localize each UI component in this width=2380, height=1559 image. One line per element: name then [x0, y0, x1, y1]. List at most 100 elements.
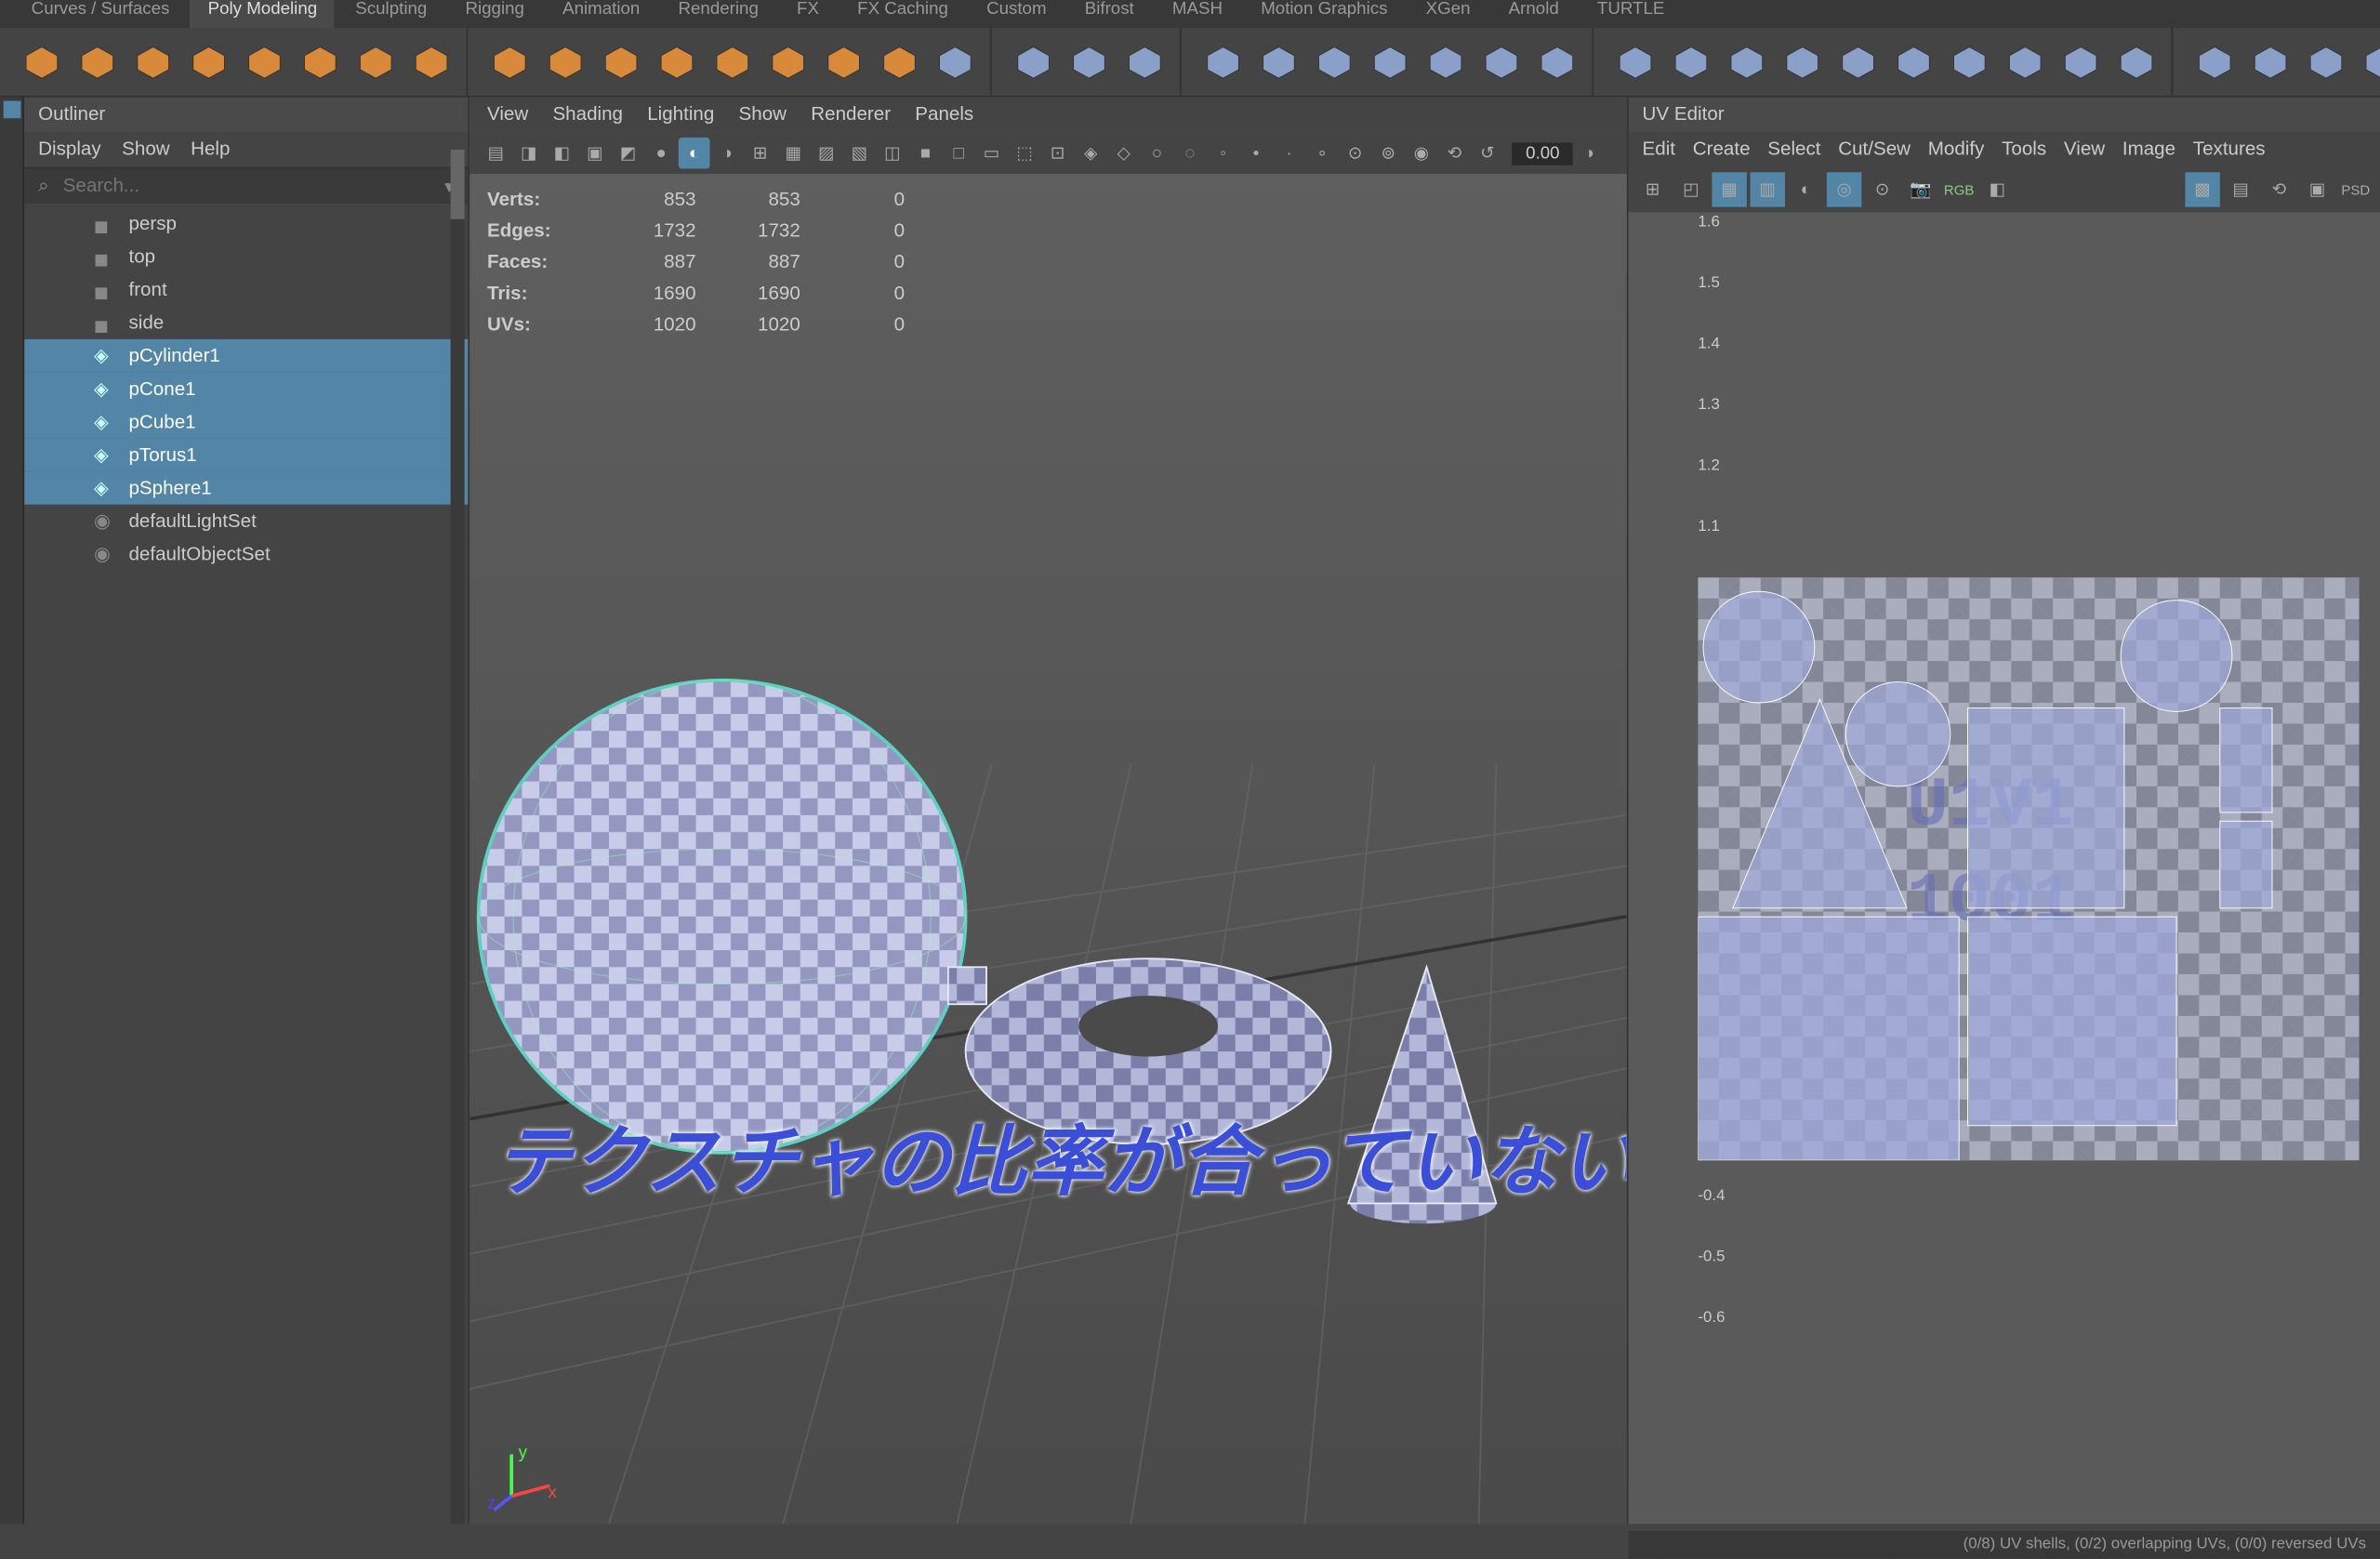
- viewport-menu-show[interactable]: Show: [739, 104, 787, 125]
- bridge-icon[interactable]: [1667, 37, 1715, 86]
- poly-superellipse-icon[interactable]: [819, 37, 867, 86]
- poly-plane-icon[interactable]: [296, 37, 344, 86]
- workspace-tab-animation[interactable]: Animation: [545, 0, 657, 28]
- vp-toolbar-icon-2[interactable]: ◧: [547, 138, 578, 169]
- vp-toolbar-icon-12[interactable]: ◫: [877, 138, 908, 169]
- outliner-menu-display[interactable]: Display: [38, 139, 101, 160]
- bevel-icon[interactable]: [1723, 37, 1771, 86]
- uv-bake-icon[interactable]: ▣: [2300, 172, 2334, 206]
- uv-menu-view[interactable]: View: [2064, 139, 2105, 160]
- separate-icon[interactable]: [1254, 37, 1302, 86]
- vp-toolbar-icon-18[interactable]: ◈: [1075, 138, 1106, 169]
- workspace-tab-mash[interactable]: MASH: [1155, 0, 1240, 28]
- uv-snap-icon[interactable]: ⊞: [1635, 172, 1670, 206]
- uv-snapshot-icon[interactable]: 📷: [1903, 172, 1937, 206]
- outliner-item-pcone1[interactable]: pCone1: [24, 372, 468, 405]
- uv-rgb-icon[interactable]: RGB: [1941, 172, 1976, 206]
- outliner-item-ptorus1[interactable]: pTorus1: [24, 439, 468, 472]
- workspace-tab-rigging[interactable]: Rigging: [448, 0, 542, 28]
- outliner-menu-help[interactable]: Help: [191, 139, 230, 160]
- workspace-tab-motion-graphics[interactable]: Motion Graphics: [1243, 0, 1405, 28]
- workspace-tab-custom[interactable]: Custom: [969, 0, 1064, 28]
- sculpt-grab-icon[interactable]: [2190, 37, 2239, 86]
- create-construction-plane-icon[interactable]: [1009, 37, 1057, 86]
- workspace-tab-xgen[interactable]: XGen: [1408, 0, 1488, 28]
- outliner-item-pcylinder1[interactable]: pCylinder1: [24, 339, 468, 373]
- poly-cone-icon[interactable]: [184, 37, 232, 86]
- uv-distort-icon[interactable]: ▤: [2224, 172, 2258, 206]
- toolbox-item[interactable]: [4, 101, 21, 119]
- poly-cylinder-icon[interactable]: [128, 37, 177, 86]
- vp-toolbar-icon-13[interactable]: ■: [910, 138, 942, 169]
- outliner-item-defaultobjectset[interactable]: defaultObjectSet: [24, 537, 468, 571]
- vp-toolbar-icon-17[interactable]: ⊡: [1042, 138, 1074, 169]
- uv-shade-icon[interactable]: ◐: [1789, 172, 1823, 206]
- vp-toolbar-icon-21[interactable]: ◌: [1174, 138, 1206, 169]
- workspace-tab-sculpting[interactable]: Sculpting: [338, 0, 444, 28]
- vp-toolbar-icon-11[interactable]: ▧: [844, 138, 876, 169]
- sculpt-relax-icon[interactable]: [2302, 37, 2350, 86]
- outliner-item-psphere1[interactable]: pSphere1: [24, 471, 468, 505]
- poly-sphere-icon[interactable]: [18, 37, 66, 86]
- vp-toolbar-icon-14[interactable]: □: [943, 138, 974, 169]
- outliner-item-pcube1[interactable]: pCube1: [24, 405, 468, 439]
- viewport-menu-renderer[interactable]: Renderer: [811, 104, 891, 125]
- uv-menu-edit[interactable]: Edit: [1643, 139, 1675, 160]
- poly-pipe-icon[interactable]: [597, 37, 645, 86]
- vp-toolbar-icon-28[interactable]: ◉: [1406, 138, 1437, 169]
- poly-cube-icon[interactable]: [73, 37, 122, 86]
- mirror-icon[interactable]: [1366, 37, 1414, 86]
- vp-toolbar-icon-23[interactable]: •: [1240, 138, 1272, 169]
- merge-icon[interactable]: [1945, 37, 1993, 86]
- flip-icon[interactable]: [2056, 37, 2105, 86]
- workspace-tab-arnold[interactable]: Arnold: [1491, 0, 1577, 28]
- vp-toolbar-icon-29[interactable]: ⟲: [1439, 138, 1471, 169]
- vp-toolbar-icon-22[interactable]: ◦: [1208, 138, 1239, 169]
- vp-toolbar-icon-19[interactable]: ◇: [1108, 138, 1140, 169]
- vp-toolbar-icon-26[interactable]: ⊙: [1340, 138, 1371, 169]
- combine-icon[interactable]: [1198, 37, 1247, 86]
- vp-toolbar-icon-20[interactable]: ○: [1142, 138, 1173, 169]
- uv-grid-icon[interactable]: ▦: [1712, 172, 1746, 206]
- vp-toolbar-icon-27[interactable]: ⊚: [1372, 138, 1404, 169]
- viewport-menu-lighting[interactable]: Lighting: [647, 104, 714, 125]
- workspace-tab-bifrost[interactable]: Bifrost: [1067, 0, 1151, 28]
- uv-reload-icon[interactable]: ⟲: [2262, 172, 2296, 206]
- workspace-tab-fx[interactable]: FX: [779, 0, 836, 28]
- uv-opt-a-icon[interactable]: ◰: [1673, 172, 1708, 206]
- uv-menu-modify[interactable]: Modify: [1928, 139, 1985, 160]
- sculpt-smooth-icon[interactable]: [2246, 37, 2294, 86]
- connect-icon[interactable]: [1833, 37, 1882, 86]
- subd-proxy-icon[interactable]: [1421, 37, 1470, 86]
- viewport-menu-panels[interactable]: Panels: [915, 104, 973, 125]
- quadrangulate-icon[interactable]: [2112, 37, 2161, 86]
- smooth-icon[interactable]: [1310, 37, 1358, 86]
- uv-exposure-icon[interactable]: ◧: [1980, 172, 2015, 206]
- collapse-icon[interactable]: [1778, 37, 1827, 86]
- vp-toolbar-icon-16[interactable]: ⬚: [1009, 138, 1040, 169]
- viewport-menu-shading[interactable]: Shading: [552, 104, 623, 125]
- uv-dim-icon[interactable]: ◎: [1827, 172, 1861, 206]
- uv-menu-tools[interactable]: Tools: [2002, 139, 2046, 160]
- extrude-icon[interactable]: [1611, 37, 1659, 86]
- vp-toolbar-icon-7[interactable]: ◑: [711, 138, 743, 169]
- poly-type-icon[interactable]: [875, 37, 923, 86]
- workspace-tab-fx-caching[interactable]: FX Caching: [840, 0, 965, 28]
- vp-toolbar-icon-0[interactable]: ▤: [480, 138, 511, 169]
- uv-px-icon[interactable]: ▥: [1751, 172, 1785, 206]
- vp-toolbar-value[interactable]: 0.00: [1512, 142, 1573, 165]
- poly-pyramid-icon[interactable]: [541, 37, 589, 86]
- viewport-canvas[interactable]: Verts:8538530Edges:173217320Faces:887887…: [469, 174, 1626, 1524]
- poly-helix-icon[interactable]: [653, 37, 701, 86]
- workspace-tab-rendering[interactable]: Rendering: [661, 0, 776, 28]
- outliner-item-side[interactable]: side: [24, 306, 468, 339]
- workspace-tab-curves-surfaces[interactable]: Curves / Surfaces: [14, 0, 187, 28]
- outliner-item-defaultlightset[interactable]: defaultLightSet: [24, 505, 468, 538]
- outliner-item-front[interactable]: front: [24, 273, 468, 307]
- snap-to-grid-icon[interactable]: [1064, 37, 1113, 86]
- vp-toolbar-icon-6[interactable]: ◐: [679, 138, 710, 169]
- poly-prism-icon[interactable]: [485, 37, 534, 86]
- uv-psd-icon[interactable]: PSD: [2338, 172, 2373, 206]
- vp-toolbar-icon-5[interactable]: ●: [645, 138, 677, 169]
- vp-toolbar-icon-3[interactable]: ▣: [579, 138, 611, 169]
